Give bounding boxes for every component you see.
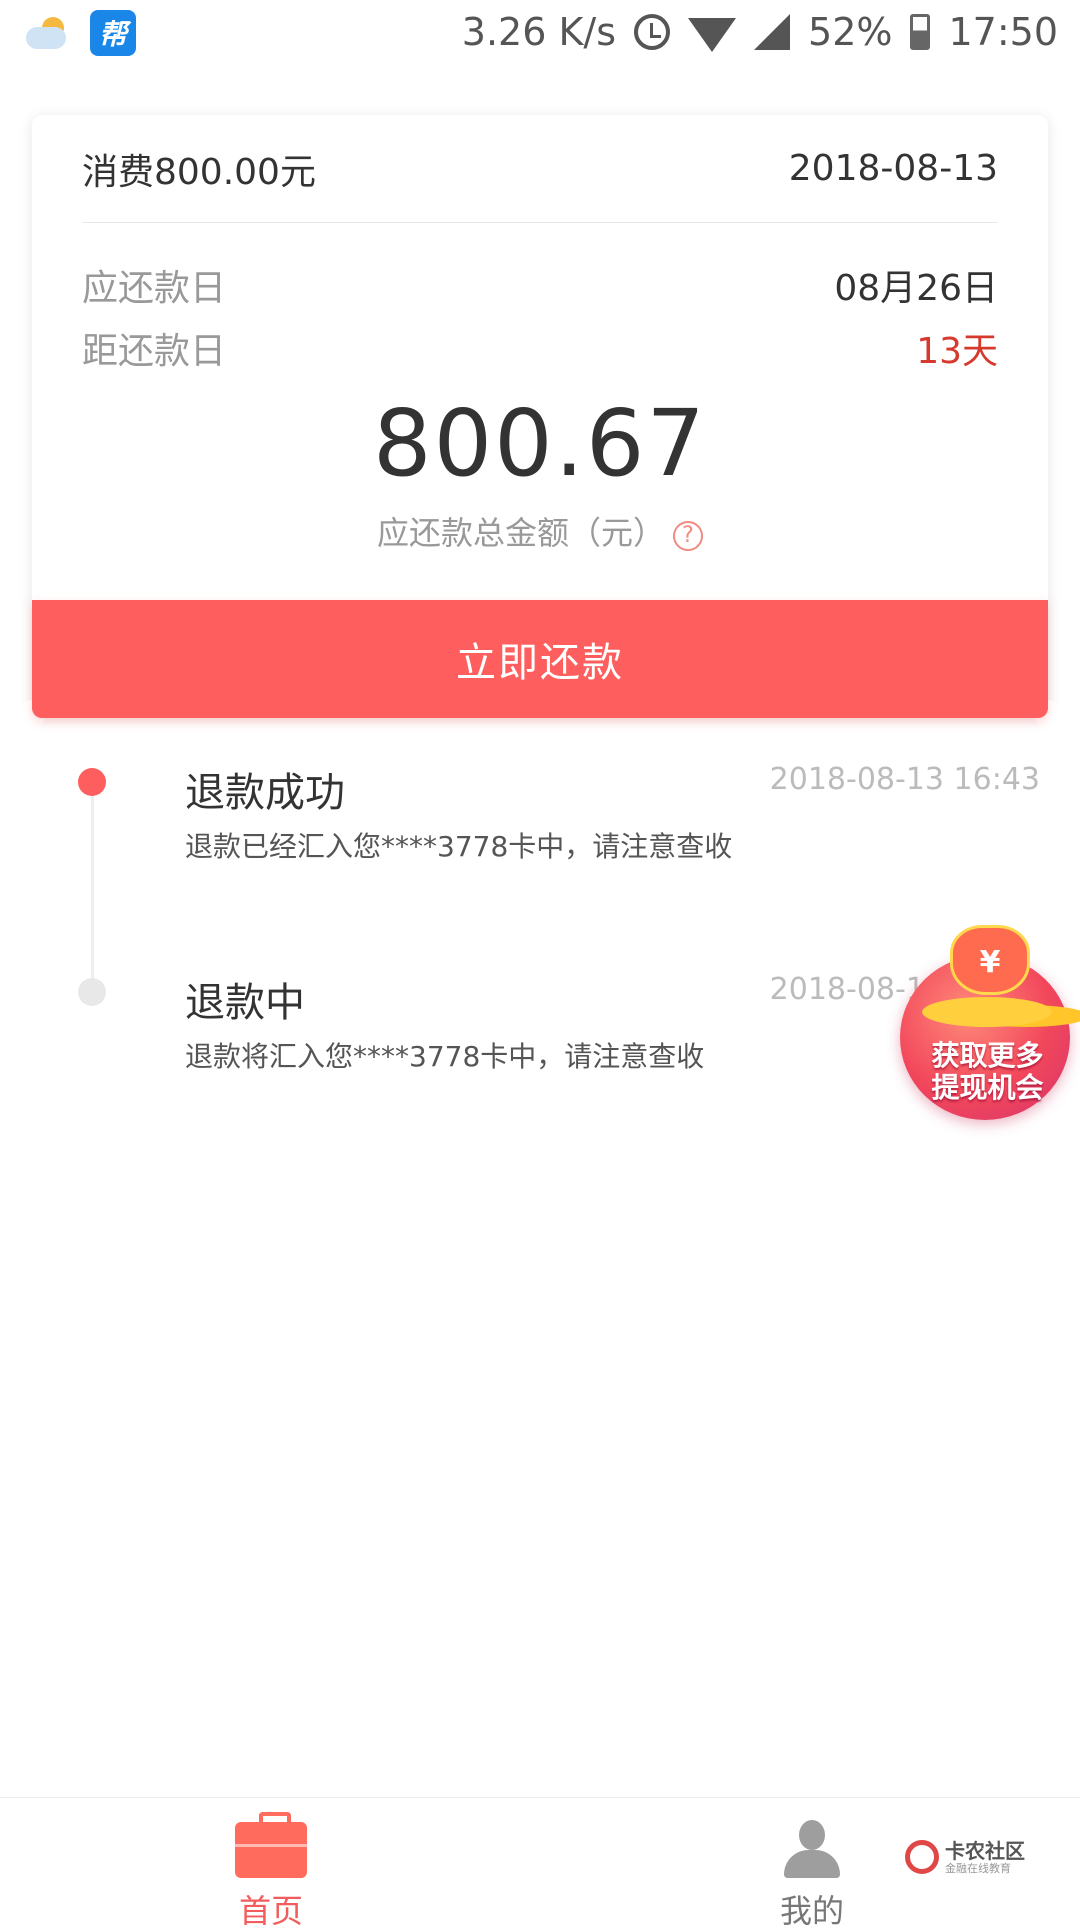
watermark-logo-icon — [905, 1840, 939, 1874]
nav-home-label: 首页 — [238, 1892, 303, 1930]
status-bar-left: 帮 — [26, 10, 136, 56]
cashout-promo-button[interactable]: ¥ 获取更多 提现机会 — [900, 925, 1075, 1120]
timeline-line — [91, 782, 94, 992]
days-left-row: 距还款日 13天 — [82, 318, 998, 378]
timeline-dot-active — [78, 768, 106, 796]
battery-percent: 52% — [808, 10, 893, 54]
user-icon — [782, 1820, 842, 1880]
signal-icon — [754, 14, 791, 50]
due-date-row: 应还款日 08月26日 — [82, 255, 998, 315]
timeline-item-desc: 退款已经汇入您****3778卡中，请注意查收 — [185, 830, 733, 863]
status-bar: 帮 3.26 K/s 52% 17:50 — [0, 0, 1080, 64]
due-date-label: 应还款日 — [82, 268, 227, 309]
coins-icon — [922, 997, 1052, 1027]
watermark-subtitle: 金融在线教育 — [945, 1861, 1011, 1875]
repay-now-button[interactable]: 立即还款 — [32, 600, 1048, 718]
network-speed: 3.26 K/s — [461, 10, 617, 54]
timeline-item-title: 退款成功 — [185, 770, 345, 816]
total-amount-label: 应还款总金额（元） — [376, 514, 665, 552]
watermark-title: 卡农社区 — [945, 1838, 1025, 1863]
weather-icon — [26, 15, 70, 51]
nav-mine-label: 我的 — [779, 1892, 844, 1930]
timeline-dot-inactive — [78, 978, 106, 1006]
total-amount: 800.67 — [373, 390, 707, 497]
briefcase-icon — [235, 1812, 307, 1878]
status-bar-right: 3.26 K/s 52% 17:50 — [462, 8, 1058, 56]
timeline-item-time: 2018-08-13 16:43 — [769, 762, 1040, 797]
total-amount-caption: 应还款总金额（元）? — [32, 508, 1048, 554]
promo-text: 获取更多 提现机会 — [900, 1040, 1075, 1104]
due-date-value: 08月26日 — [834, 268, 998, 309]
promo-line-1: 获取更多 — [931, 1039, 1044, 1072]
nav-mine[interactable]: 我的 — [712, 1808, 912, 1930]
wifi-icon — [688, 18, 737, 52]
nav-home[interactable]: 首页 — [171, 1808, 371, 1930]
days-left-label: 距还款日 — [82, 331, 227, 372]
alarm-icon — [634, 14, 671, 50]
app-notification-icon: 帮 — [90, 10, 136, 56]
promo-line-2: 提现机会 — [931, 1071, 1044, 1104]
timeline-item-desc: 退款将汇入您****3778卡中，请注意查收 — [185, 1040, 705, 1073]
money-bag-icon: ¥ — [950, 925, 1030, 995]
help-icon[interactable]: ? — [673, 521, 703, 551]
watermark: 卡农社区 金融在线教育 — [905, 1840, 1025, 1874]
timeline-item-title: 退款中 — [185, 980, 305, 1026]
consumption-date: 2018-08-13 — [788, 148, 998, 189]
days-left-value: 13天 — [916, 331, 998, 372]
bill-card-header: 消费800.00元 2018-08-13 — [82, 115, 998, 223]
clock: 17:50 — [948, 10, 1058, 54]
battery-icon — [910, 14, 931, 50]
consumption-amount: 消费800.00元 — [82, 151, 316, 193]
